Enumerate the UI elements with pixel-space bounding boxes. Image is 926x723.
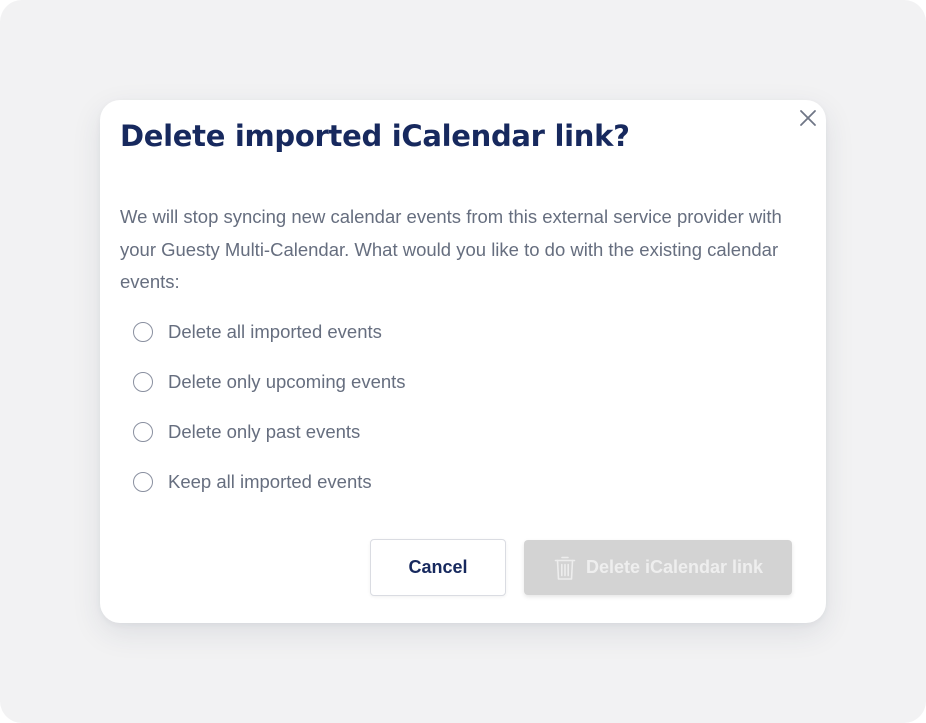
option-keep-all[interactable]: Keep all imported events [133,457,406,507]
radio-button[interactable] [133,472,153,492]
radio-button[interactable] [133,422,153,442]
dialog-title: Delete imported iCalendar link? [120,119,630,153]
option-label: Delete only past events [168,421,361,442]
close-button[interactable] [796,108,820,132]
trash-icon [553,554,577,582]
option-label: Keep all imported events [168,471,372,492]
event-options-radio-group: Delete all imported events Delete only u… [133,307,406,507]
option-delete-all[interactable]: Delete all imported events [133,307,406,357]
cancel-button-label: Cancel [408,557,468,577]
delete-icalendar-dialog: Delete imported iCalendar link? We will … [100,100,826,623]
dialog-description: We will stop syncing new calendar events… [120,206,782,292]
delete-icalendar-link-button[interactable]: Delete iCalendar link [524,540,792,595]
cancel-button[interactable]: Cancel [370,539,506,596]
option-delete-past[interactable]: Delete only past events [133,407,406,457]
option-label: Delete all imported events [168,321,382,342]
option-label: Delete only upcoming events [168,371,406,392]
radio-button[interactable] [133,372,153,392]
radio-button[interactable] [133,322,153,342]
option-delete-upcoming[interactable]: Delete only upcoming events [133,357,406,407]
delete-button-label: Delete iCalendar link [585,557,764,577]
close-icon [798,108,818,133]
